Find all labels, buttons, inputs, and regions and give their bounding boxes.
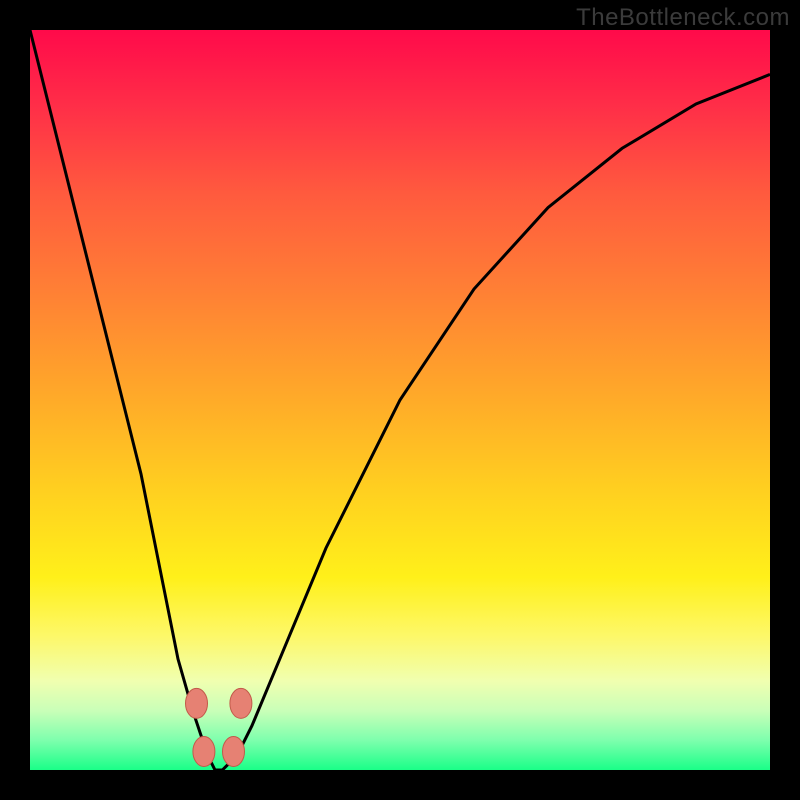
- beads-layer: [30, 30, 770, 770]
- bead-marker: [186, 688, 208, 718]
- bead-marker: [193, 737, 215, 767]
- bead-marker: [230, 688, 252, 718]
- watermark-text: TheBottleneck.com: [576, 4, 790, 32]
- chart-frame: TheBottleneck.com: [0, 0, 800, 800]
- plot-area: [30, 30, 770, 770]
- bead-marker: [223, 737, 245, 767]
